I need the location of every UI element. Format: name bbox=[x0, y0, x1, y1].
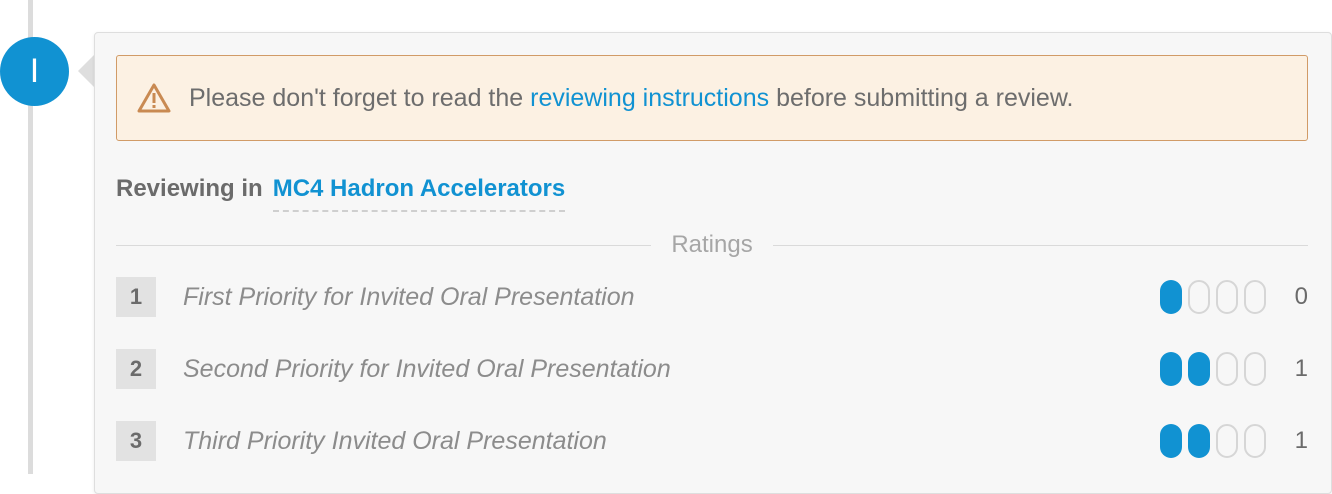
rating-label: First Priority for Invited Oral Presenta… bbox=[183, 283, 635, 311]
avatar: I bbox=[0, 37, 69, 106]
divider-line-right bbox=[773, 245, 1308, 246]
rating-number: 1 bbox=[116, 277, 156, 317]
rating-number: 3 bbox=[116, 421, 156, 461]
rating-label: Second Priority for Invited Oral Present… bbox=[183, 355, 671, 383]
rating-pill[interactable] bbox=[1244, 424, 1266, 458]
warning-message: Please don't forget to read the reviewin… bbox=[189, 81, 1073, 115]
review-box: Please don't forget to read the reviewin… bbox=[94, 32, 1332, 494]
rating-value: 0 bbox=[1294, 283, 1308, 310]
rating-pill[interactable] bbox=[1188, 280, 1210, 314]
rating-pill[interactable] bbox=[1216, 424, 1238, 458]
rating-scale[interactable] bbox=[1160, 352, 1270, 386]
rating-row: 1 First Priority for Invited Oral Present… bbox=[116, 277, 1308, 317]
rating-pill[interactable] bbox=[1160, 424, 1182, 458]
rating-value: 1 bbox=[1294, 427, 1308, 454]
rating-pill[interactable] bbox=[1160, 352, 1182, 386]
ratings-heading: Ratings bbox=[671, 231, 753, 258]
rating-pill[interactable] bbox=[1216, 280, 1238, 314]
reviewing-instructions-link[interactable]: reviewing instructions bbox=[530, 84, 769, 112]
track-selector[interactable]: MC4 Hadron Accelerators bbox=[272, 175, 566, 212]
warning-triangle-icon bbox=[137, 83, 171, 113]
rating-scale[interactable] bbox=[1160, 280, 1270, 314]
warning-text-before: Please don't forget to read the bbox=[189, 84, 531, 112]
divider-line-left bbox=[116, 245, 651, 246]
warning-alert: Please don't forget to read the reviewin… bbox=[116, 55, 1308, 141]
rating-scale[interactable] bbox=[1160, 424, 1270, 458]
warning-text-after: before submitting a review. bbox=[769, 84, 1074, 112]
rating-pill[interactable] bbox=[1160, 280, 1182, 314]
reviewing-heading: Reviewing in MC4 Hadron Accelerators bbox=[116, 172, 566, 212]
rating-row: 2 Second Priority for Invited Oral Presen… bbox=[116, 349, 1308, 389]
rating-pill[interactable] bbox=[1188, 424, 1210, 458]
rating-value: 1 bbox=[1294, 355, 1308, 382]
rating-pill[interactable] bbox=[1188, 352, 1210, 386]
rating-pill[interactable] bbox=[1244, 352, 1266, 386]
reviewing-label: Reviewing in bbox=[116, 175, 263, 202]
rating-number: 2 bbox=[116, 349, 156, 389]
rating-row: 3 Third Priority Invited Oral Presentatio… bbox=[116, 421, 1308, 461]
rating-pill[interactable] bbox=[1216, 352, 1238, 386]
ratings-divider: Ratings bbox=[116, 231, 1308, 259]
rating-label: Third Priority Invited Oral Presentation bbox=[183, 427, 607, 455]
rating-pill[interactable] bbox=[1244, 280, 1266, 314]
box-pointer bbox=[78, 55, 94, 87]
